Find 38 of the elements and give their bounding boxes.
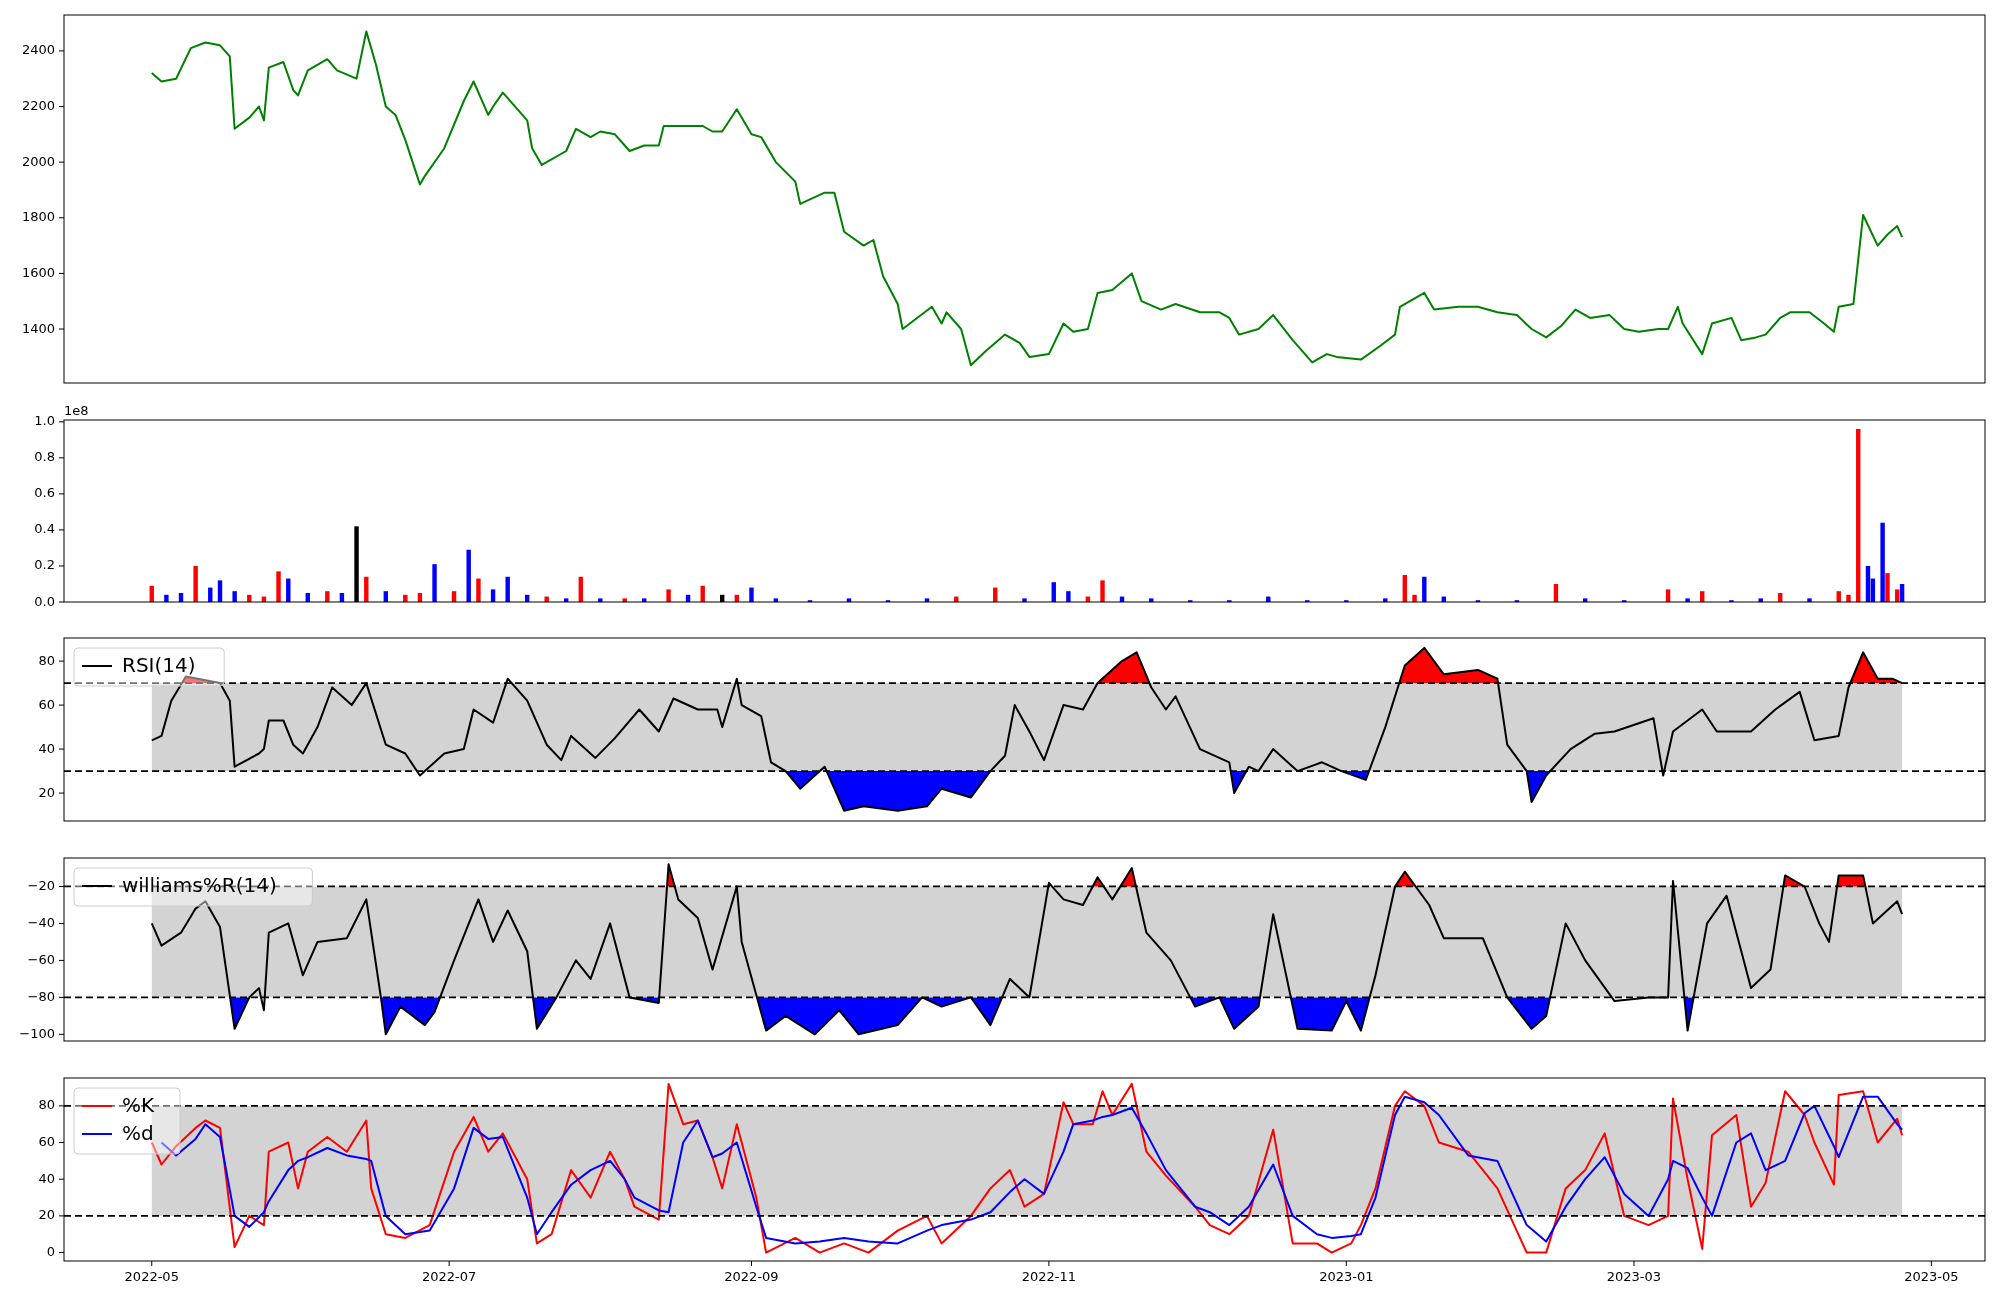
tick-label: 40 bbox=[38, 1170, 55, 1186]
axis-offset-label: 1e8 bbox=[64, 403, 89, 418]
tick-label: 0.0 bbox=[34, 593, 55, 609]
tick-label: 60 bbox=[38, 1134, 55, 1150]
tick-label: 2000 bbox=[21, 153, 55, 169]
legend-label: williams%R(14) bbox=[122, 872, 277, 897]
tick-label: 2022-07 bbox=[422, 1269, 477, 1284]
legend-label: %K bbox=[122, 1092, 155, 1117]
tick-label: 0.8 bbox=[34, 449, 55, 465]
tick-label: 0 bbox=[46, 1244, 55, 1260]
tick-label: −40 bbox=[27, 914, 55, 930]
tick-label: 2022-11 bbox=[1021, 1269, 1077, 1284]
tick-label: 2200 bbox=[21, 98, 55, 113]
tick-label: 1400 bbox=[21, 320, 55, 336]
tick-label: 0.4 bbox=[34, 521, 55, 537]
tick-label: 20 bbox=[38, 784, 55, 800]
tick-label: 60 bbox=[38, 696, 55, 712]
tick-label: 2023-01 bbox=[1319, 1269, 1374, 1284]
tick-label: 2023-05 bbox=[1904, 1269, 1959, 1284]
tick-label: 1.0 bbox=[34, 413, 55, 429]
tick-label: −100 bbox=[19, 1025, 55, 1041]
tick-label: 0.2 bbox=[34, 557, 55, 573]
tick-label: 2400 bbox=[21, 42, 55, 58]
tick-label: −80 bbox=[27, 988, 55, 1004]
tick-label: 40 bbox=[38, 740, 55, 756]
tick-label: 1600 bbox=[21, 264, 55, 280]
tick-label: 20 bbox=[38, 1207, 55, 1223]
tick-label: 2022-05 bbox=[124, 1269, 179, 1284]
tick-label: 80 bbox=[38, 1097, 55, 1113]
tick-label: −60 bbox=[27, 951, 55, 967]
tick-label: 2022-09 bbox=[724, 1269, 779, 1284]
legend-label: RSI(14) bbox=[122, 652, 196, 677]
tick-label: 80 bbox=[38, 652, 55, 668]
tick-label: 2023-03 bbox=[1606, 1269, 1662, 1284]
tick-label: 0.6 bbox=[34, 485, 55, 501]
tick-label: −20 bbox=[27, 877, 55, 893]
legend-label: %d bbox=[122, 1120, 154, 1145]
tick-label: 1800 bbox=[21, 209, 55, 225]
